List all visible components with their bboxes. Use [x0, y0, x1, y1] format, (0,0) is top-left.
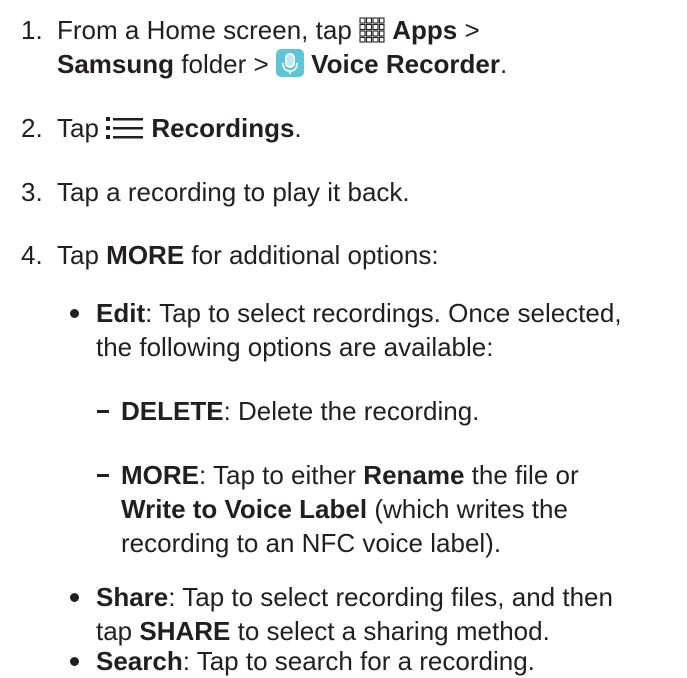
more-label: MORE	[106, 240, 185, 270]
search-text: : Tap to search for a recording.	[182, 646, 535, 676]
step-4-text: Tap	[57, 240, 107, 270]
separator: >	[457, 15, 480, 45]
delete-text: : Delete the recording.	[223, 396, 480, 426]
step-1-line-1: From a Home screen, tap Apps >	[57, 13, 480, 51]
dash-bullet	[97, 410, 109, 413]
sub-option-more-line-1: MORE: Tap to either Rename the file or	[121, 458, 579, 492]
period: .	[294, 113, 302, 143]
voice-recorder-app-icon	[275, 49, 304, 85]
rename-label: Rename	[363, 460, 465, 490]
write-to-voice-label: Write to Voice Label	[121, 494, 368, 524]
step-2-text: Tap	[57, 113, 107, 143]
folder-text: folder >	[174, 49, 276, 79]
bullet	[70, 309, 79, 318]
list-menu-icon	[106, 115, 144, 149]
step-4-text: for additional options:	[184, 240, 439, 270]
recordings-label: Recordings	[151, 113, 295, 143]
step-4: Tap MORE for additional options:	[57, 238, 439, 272]
step-number: 2.	[21, 113, 43, 143]
option-search: Search: Tap to search for a recording.	[96, 644, 535, 678]
apps-grid-icon	[359, 17, 385, 51]
option-share-line-2: tap SHARE to select a sharing method.	[96, 614, 550, 648]
share-text: : Tap to select recording files, and the…	[168, 582, 613, 612]
period: .	[500, 49, 508, 79]
samsung-label: Samsung	[57, 49, 175, 79]
edit-label: Edit	[96, 298, 146, 328]
sub-option-more-line-2: Write to Voice Label (which writes the	[121, 492, 568, 526]
step-3: Tap a recording to play it back.	[57, 177, 410, 207]
bullet	[70, 593, 79, 602]
sub-option-more-line-3: recording to an NFC voice label).	[121, 528, 502, 558]
step-1-text: From a Home screen, tap	[57, 15, 359, 45]
voice-recorder-label: Voice Recorder	[311, 49, 500, 79]
delete-label: DELETE	[121, 396, 224, 426]
more-text: (which writes the	[367, 494, 568, 524]
more-label: MORE	[121, 460, 199, 490]
more-text: : Tap to either	[199, 460, 364, 490]
share-action-label: SHARE	[139, 616, 231, 646]
sub-option-delete: DELETE: Delete the recording.	[121, 394, 479, 428]
step-1-line-2: Samsung folder > Voice Recorder.	[57, 47, 507, 85]
instructions-page: 1. From a Home screen, tap Apps > Samsun…	[0, 0, 687, 676]
apps-label: Apps	[392, 15, 458, 45]
step-2: Tap Recordings.	[57, 111, 302, 149]
option-edit-line-1: Edit: Tap to select recordings. Once sel…	[96, 296, 622, 330]
share-text: to select a sharing method.	[230, 616, 550, 646]
step-number: 1.	[21, 15, 43, 45]
dash-bullet	[97, 474, 109, 477]
step-number: 4.	[21, 240, 43, 270]
search-label: Search	[96, 646, 183, 676]
more-text: the file or	[464, 460, 579, 490]
bullet	[70, 657, 79, 666]
edit-text: : Tap to select recordings. Once selecte…	[145, 298, 622, 328]
share-label: Share	[96, 582, 169, 612]
option-share-line-1: Share: Tap to select recording files, an…	[96, 580, 613, 614]
share-text: tap	[96, 616, 140, 646]
option-edit-line-2: the following options are available:	[96, 332, 494, 362]
step-number: 3.	[21, 177, 43, 207]
